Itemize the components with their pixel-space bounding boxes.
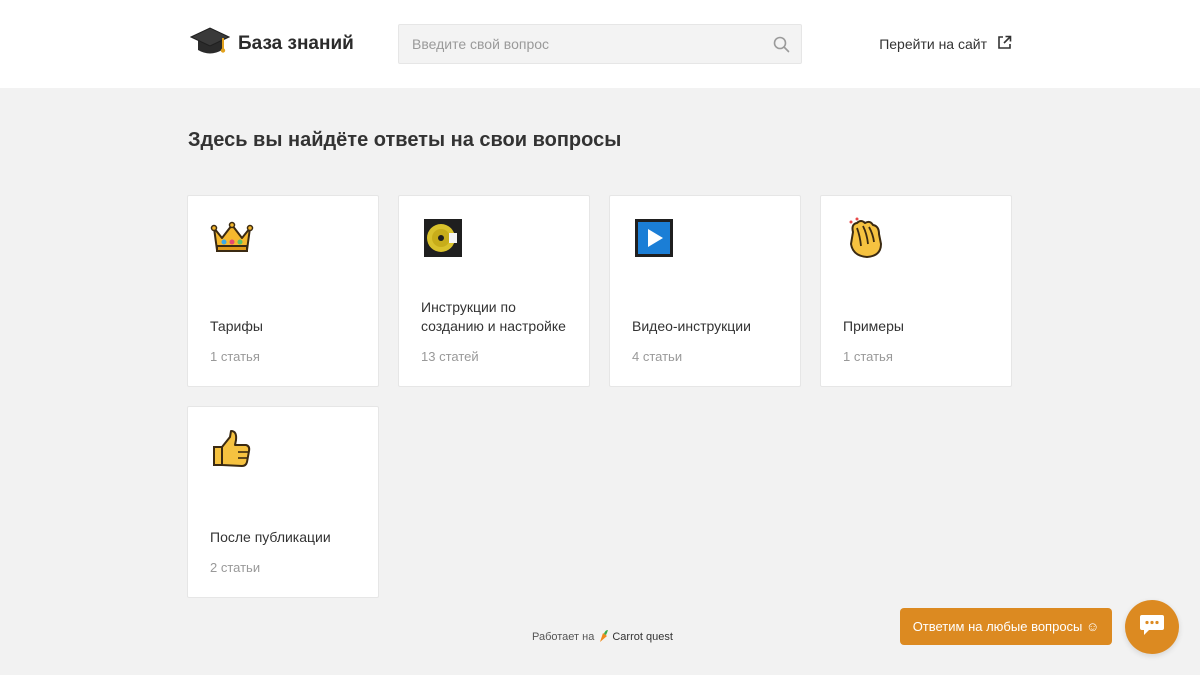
search-box <box>398 24 802 64</box>
category-card-tariffs[interactable]: Тарифы 1 статья <box>187 195 379 387</box>
card-text: Тарифы 1 статья <box>210 317 364 365</box>
footer: Работает на Carrot quest <box>532 628 673 646</box>
go-to-site-link[interactable]: Перейти на сайт <box>879 34 1012 54</box>
chat-prompt-button[interactable]: Ответим на любые вопросы ☺ <box>900 608 1112 645</box>
external-link-icon <box>997 35 1012 53</box>
category-card-instructions[interactable]: Инструкции по созданию и настройке 13 ст… <box>398 195 590 387</box>
card-title: После публикации <box>210 528 331 545</box>
search-icon[interactable] <box>773 36 790 58</box>
page-title: Здесь вы найдёте ответы на свои вопросы <box>188 129 622 151</box>
play-button-icon <box>632 216 676 260</box>
category-card-examples[interactable]: Примеры 1 статья <box>820 195 1012 387</box>
carrot-icon <box>598 629 610 646</box>
card-text: Видео-инструкции 4 статьи <box>632 317 786 365</box>
clapping-hands-icon <box>843 216 887 260</box>
thumbs-up-icon <box>210 427 254 471</box>
logo-title: База знаний <box>238 33 354 54</box>
card-count: 2 статьи <box>210 560 261 575</box>
card-title: Примеры <box>843 317 904 334</box>
card-title: Тарифы <box>210 317 263 334</box>
disc-icon <box>421 216 465 260</box>
category-card-video[interactable]: Видео-инструкции 4 статьи <box>609 195 801 387</box>
search-input[interactable] <box>399 25 801 63</box>
category-card-after-publication[interactable]: После публикации 2 статьи <box>187 406 379 598</box>
carrot-quest-link[interactable]: Carrot quest <box>598 629 673 646</box>
card-text: Примеры 1 статья <box>843 317 997 365</box>
card-text: После публикации 2 статьи <box>210 528 364 576</box>
powered-by-label: Работает на <box>532 631 595 643</box>
graduation-cap-icon <box>189 25 231 64</box>
go-to-site-label: Перейти на сайт <box>879 36 987 52</box>
chat-open-button[interactable] <box>1125 600 1179 654</box>
header: База знаний Перейти на сайт <box>0 0 1200 88</box>
card-count: 1 статья <box>843 349 893 364</box>
card-title: Видео-инструкции <box>632 317 751 334</box>
crown-icon <box>210 216 254 260</box>
chat-bubble-icon <box>1139 613 1165 642</box>
logo-link[interactable]: База знаний <box>189 25 354 64</box>
card-count: 13 статей <box>421 349 479 364</box>
card-title: Инструкции по созданию и настройке <box>421 299 566 334</box>
brand-label: Carrot quest <box>612 631 673 643</box>
card-count: 1 статья <box>210 349 260 364</box>
card-text: Инструкции по созданию и настройке 13 ст… <box>421 298 575 364</box>
card-count: 4 статьи <box>632 349 683 364</box>
